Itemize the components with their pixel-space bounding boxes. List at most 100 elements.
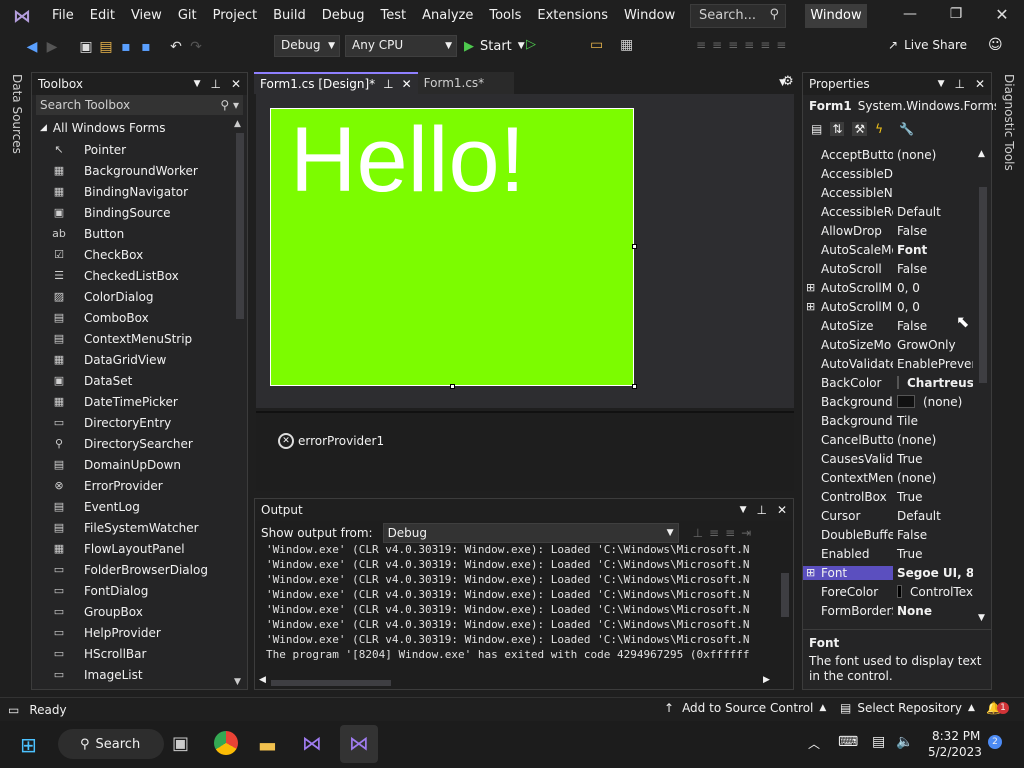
resize-handle-right[interactable] [632, 244, 637, 249]
resize-handle-bottom[interactable] [450, 384, 455, 389]
resize-handle-corner[interactable] [632, 384, 637, 389]
property-row[interactable]: Enabled True [803, 544, 973, 563]
volume-icon[interactable]: 🔈 [896, 734, 913, 750]
data-sources-tab[interactable]: Data Sources [10, 74, 24, 154]
property-row[interactable]: AccessibleDe [803, 164, 973, 183]
property-row[interactable]: FormBorderS None [803, 601, 973, 620]
property-value-cell[interactable]: (none) [893, 395, 973, 409]
toolbox-item-imagelist[interactable]: ▭ ImageList [32, 664, 247, 685]
maximize-button[interactable]: ❐ [944, 6, 968, 22]
property-value-cell[interactable]: GrowOnly [893, 338, 973, 352]
keyboard-icon[interactable]: ⌨ [838, 734, 858, 750]
notifications-button[interactable]: 🔔 1 [986, 701, 1009, 715]
dropdown-arrow-icon[interactable]: ▼ [740, 499, 747, 521]
menu-view[interactable]: View [123, 0, 170, 32]
toolbox-item-fontdialog[interactable]: ▭ FontDialog [32, 580, 247, 601]
notification-count-badge[interactable]: 2 [988, 735, 1002, 749]
property-row[interactable]: AutoValidate EnablePreventF [803, 354, 973, 373]
property-pages-icon[interactable]: 🔧 [899, 122, 914, 136]
toolbox-item-bindingnavigator[interactable]: ▦ BindingNavigator [32, 181, 247, 202]
toolbox-item-bindingsource[interactable]: ▣ BindingSource [32, 202, 247, 223]
toolbox-item-backgroundworker[interactable]: ▦ BackgroundWorker [32, 160, 247, 181]
visual-studio-active-icon[interactable]: ⋈ [340, 725, 378, 763]
toolbox-item-directorysearcher[interactable]: ⚲ DirectorySearcher [32, 433, 247, 454]
clock-date[interactable]: 5/2/2023 [928, 745, 982, 759]
property-row[interactable]: CausesValida True [803, 449, 973, 468]
taskbar-search[interactable]: ⚲ Search [58, 729, 164, 759]
property-value-cell[interactable]: True [893, 490, 973, 504]
redo-icon[interactable]: ↷ [186, 39, 206, 55]
toolbox-item-directoryentry[interactable]: ▭ DirectoryEntry [32, 412, 247, 433]
property-value-cell[interactable]: True [893, 547, 973, 561]
toolbox-item-combobox[interactable]: ▤ ComboBox [32, 307, 247, 328]
toolbox-item-domainupdown[interactable]: ▤ DomainUpDown [32, 454, 247, 475]
add-to-source-control-button[interactable]: ↑ Add to Source Control ▲ [664, 701, 826, 715]
toolbox-item-dataset[interactable]: ▣ DataSet [32, 370, 247, 391]
toolbox-group-header[interactable]: ◢ All Windows Forms [32, 117, 247, 139]
property-value-cell[interactable]: (none) [893, 471, 973, 485]
property-value-cell[interactable]: (none) [893, 148, 973, 162]
toolbox-item-flowlayoutpanel[interactable]: ▦ FlowLayoutPanel [32, 538, 247, 559]
property-row[interactable]: AllowDrop False [803, 221, 973, 240]
menu-extensions[interactable]: Extensions [529, 0, 616, 32]
toolbox-item-filesystemwatcher[interactable]: ▤ FileSystemWatcher [32, 517, 247, 538]
menu-build[interactable]: Build [265, 0, 314, 32]
property-row[interactable]: ⊞ AutoScrollM 0, 0 [803, 278, 973, 297]
menu-tools[interactable]: Tools [481, 0, 529, 32]
close-icon[interactable]: ✕ [402, 73, 412, 95]
property-row[interactable]: DoubleBuffe False [803, 525, 973, 544]
menu-git[interactable]: Git [170, 0, 205, 32]
file-explorer-icon[interactable]: ▬ [258, 733, 277, 757]
menu-analyze[interactable]: Analyze [414, 0, 481, 32]
expand-icon[interactable]: ⊞ [806, 281, 815, 294]
tray-item-errorprovider[interactable]: ✕ errorProvider1 [278, 433, 794, 449]
property-value-cell[interactable]: EnablePreventF [893, 357, 973, 371]
pin-icon[interactable]: ⊥ [383, 73, 393, 95]
toolbox-item-datetimepicker[interactable]: ▦ DateTimePicker [32, 391, 247, 412]
expand-icon[interactable]: ⊞ [806, 566, 815, 579]
toolbox-item-errorprovider[interactable]: ⊗ ErrorProvider [32, 475, 247, 496]
property-row[interactable]: ⊞ AutoScrollM 0, 0 [803, 297, 973, 316]
tab-form1-design[interactable]: Form1.cs [Design]* ⊥ ✕ [254, 72, 418, 94]
scroll-right-icon[interactable]: ▶ [763, 675, 770, 685]
pin-icon[interactable]: ⊥ [954, 73, 964, 95]
scroll-left-icon[interactable]: ◀ [259, 675, 266, 685]
property-row[interactable]: AcceptButto (none) [803, 145, 973, 164]
property-row[interactable]: ControlBox True [803, 487, 973, 506]
toolbox-item-colordialog[interactable]: ▨ ColorDialog [32, 286, 247, 307]
property-row[interactable]: Backgroundl (none) [803, 392, 973, 411]
save-all-icon[interactable]: ▪ [136, 39, 156, 55]
categorized-icon[interactable]: ▤ [811, 122, 822, 136]
select-repository-button[interactable]: ▤ Select Repository ▲ [840, 701, 975, 715]
property-row[interactable]: AutoSize False [803, 316, 973, 335]
feedback-icon[interactable]: ☺ [988, 37, 1003, 53]
start-button[interactable]: ▶ Start ▼ [464, 36, 525, 56]
start-without-debugging-icon[interactable]: ▷ [526, 37, 536, 52]
object-selector[interactable]: Form1 System.Windows.Forms ▼ [803, 95, 1011, 117]
property-row[interactable]: CancelButto (none) [803, 430, 973, 449]
toolbox-item-groupbox[interactable]: ▭ GroupBox [32, 601, 247, 622]
alphabetical-icon[interactable]: ⇅ [830, 122, 845, 136]
properties-scrollbar[interactable] [979, 187, 987, 383]
horizontal-scrollbar[interactable] [271, 680, 391, 686]
folder-icon[interactable]: ▭ [590, 37, 603, 53]
undo-icon[interactable]: ↶ [166, 39, 186, 55]
close-window-button[interactable]: ✕ [990, 5, 1014, 24]
menu-window[interactable]: Window [616, 0, 683, 32]
close-icon[interactable]: ✕ [975, 73, 985, 95]
close-icon[interactable]: ✕ [231, 73, 241, 95]
network-icon[interactable]: ▤ [872, 734, 885, 750]
toolbox-item-helpprovider[interactable]: ▭ HelpProvider [32, 622, 247, 643]
scroll-up-icon[interactable]: ▲ [234, 119, 241, 129]
save-icon[interactable]: ▪ [116, 39, 136, 55]
tab-form1-code[interactable]: Form1.cs* [417, 72, 514, 94]
minimize-button[interactable]: — [898, 6, 922, 22]
toolbox-item-checkedlistbox[interactable]: ☰ CheckedListBox [32, 265, 247, 286]
events-lightning-icon[interactable]: ϟ [875, 122, 883, 136]
menu-debug[interactable]: Debug [314, 0, 373, 32]
property-value-cell[interactable]: Default [893, 509, 973, 523]
pin-icon[interactable]: ⊥ [210, 73, 220, 95]
toolbox-item-contextmenustrip[interactable]: ▤ ContextMenuStrip [32, 328, 247, 349]
property-value-cell[interactable]: Default [893, 205, 973, 219]
property-row[interactable]: ForeColor ControlTex [803, 582, 973, 601]
